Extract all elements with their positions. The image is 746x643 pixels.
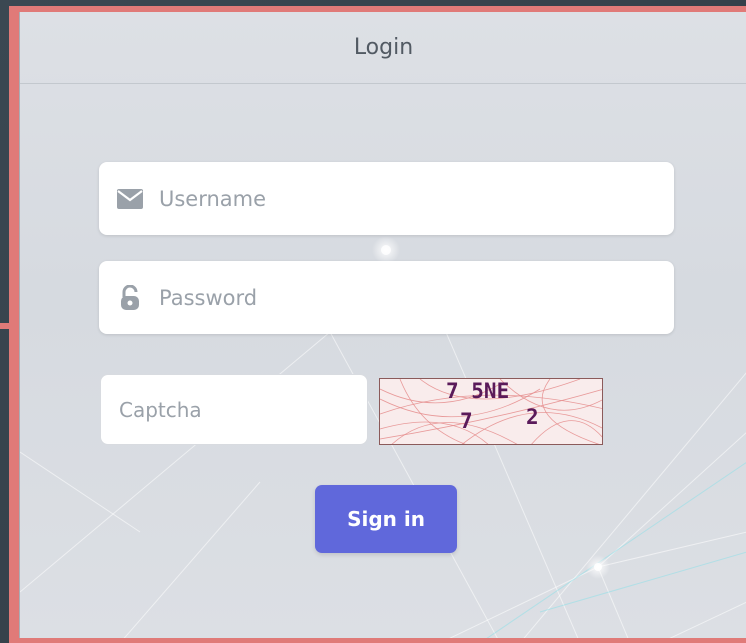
captcha-text-line2a: 7 xyxy=(460,409,473,433)
captcha-placeholder: Captcha xyxy=(119,397,202,422)
login-panel: Login Username Password Captcha 7 5NE 7 … xyxy=(19,12,746,643)
sign-in-button[interactable]: Sign in xyxy=(315,485,457,553)
envelope-icon xyxy=(117,186,143,212)
page-title: Login xyxy=(353,35,414,60)
unlock-icon xyxy=(117,284,143,311)
captcha-text-line1: 7 5NE xyxy=(446,379,510,403)
password-placeholder: Password xyxy=(159,285,258,310)
captcha-input[interactable]: Captcha xyxy=(100,374,368,445)
login-header: Login xyxy=(20,12,746,84)
captcha-text-line2b: 2 xyxy=(526,405,539,429)
username-placeholder: Username xyxy=(159,186,267,211)
dialog-frame-bottom xyxy=(19,638,746,643)
username-field[interactable]: Username xyxy=(99,162,674,235)
password-field[interactable]: Password xyxy=(99,261,674,334)
sign-in-label: Sign in xyxy=(347,507,425,531)
captcha-image: 7 5NE 7 2 xyxy=(379,378,603,445)
